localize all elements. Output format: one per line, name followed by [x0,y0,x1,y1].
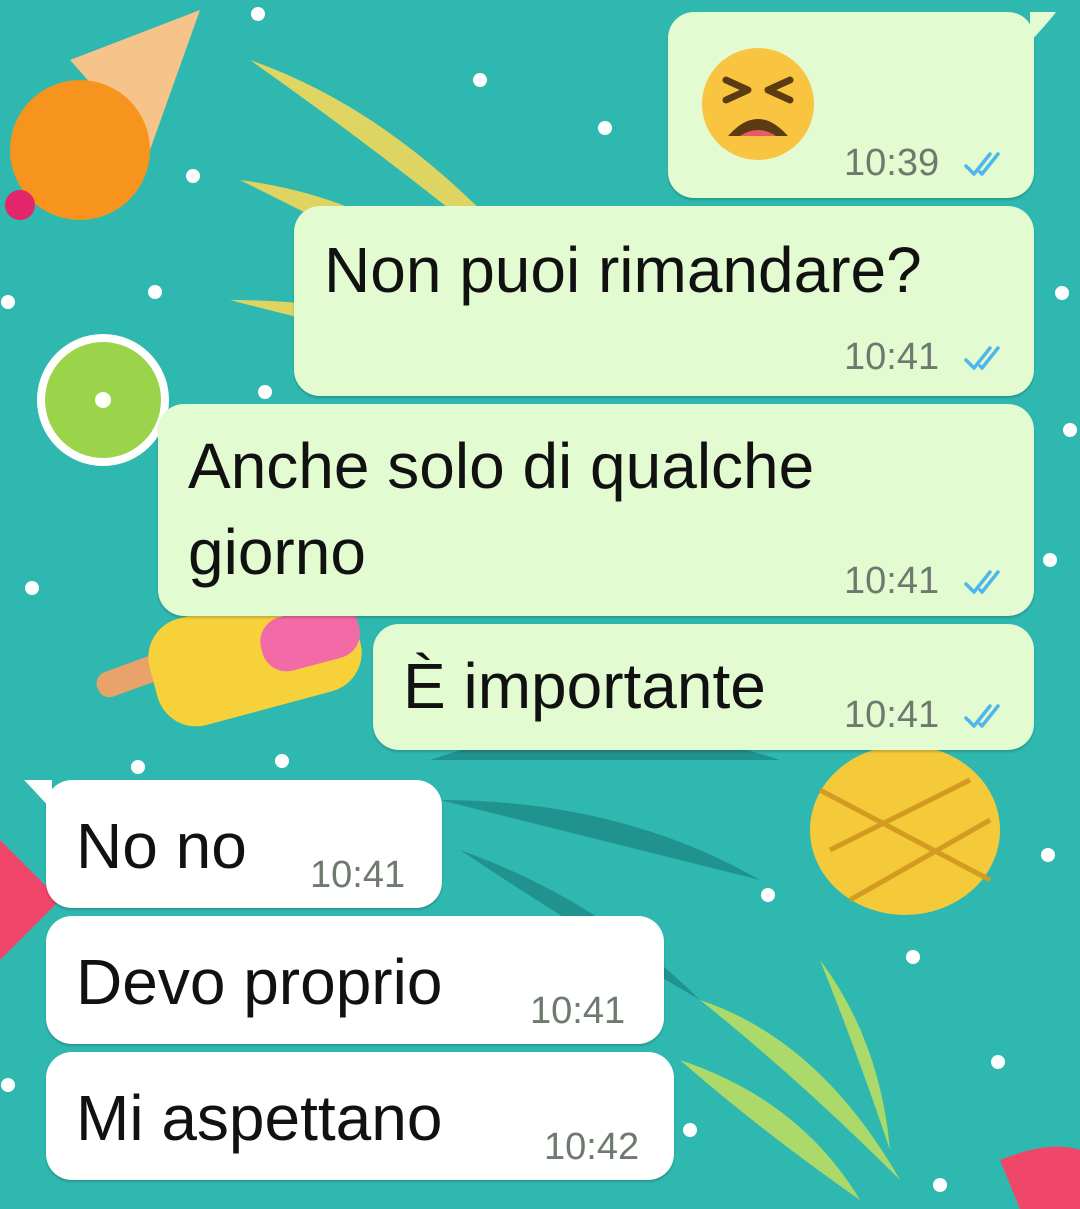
message-bubble-incoming[interactable]: Mi aspettano 10:42 [46,1052,674,1180]
pineapple-icon [810,745,1000,915]
message-timestamp: 10:41 [844,336,940,378]
message-text-line: Anche solo di qualche [188,430,815,502]
message-bubble-outgoing[interactable]: Non puoi rimandare? 10:41 [294,206,1034,396]
message-bubble-incoming[interactable]: Devo proprio 10:41 [46,916,664,1044]
message-text: Non puoi rimandare? [324,234,922,306]
lime-icon [37,334,169,466]
tired-face-emoji-icon [702,48,814,160]
read-receipt-double-check-icon [964,152,1000,176]
message-bubble-outgoing[interactable]: 10:39 [668,12,1034,198]
bubble-tail [1030,12,1056,42]
message-bubble-outgoing[interactable]: È importante 10:41 [373,624,1034,750]
read-receipt-double-check-icon [964,704,1000,728]
message-timestamp: 10:41 [310,854,406,896]
message-bubble-incoming[interactable]: No no 10:41 [46,780,442,908]
read-receipt-double-check-icon [964,346,1000,370]
message-timestamp: 10:39 [844,142,940,184]
message-bubble-outgoing[interactable]: Anche solo di qualche giorno 10:41 [158,404,1034,616]
message-timestamp: 10:41 [844,694,940,736]
message-timestamp: 10:41 [530,990,626,1032]
message-text: Devo proprio [76,946,443,1018]
message-text: No no [76,810,247,882]
message-timestamp: 10:41 [844,560,940,602]
message-text: È importante [403,650,766,722]
message-timestamp: 10:42 [544,1126,640,1168]
read-receipt-double-check-icon [964,570,1000,594]
message-text: Mi aspettano [76,1082,443,1154]
message-text-line: giorno [188,516,366,588]
